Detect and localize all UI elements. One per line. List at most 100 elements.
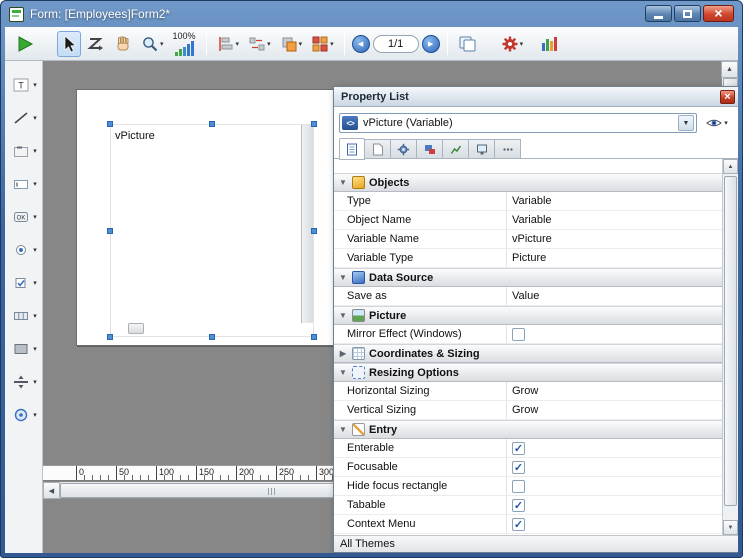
zoom-level-control[interactable]: 100%: [173, 31, 196, 56]
preferences-button[interactable]: ▾: [498, 31, 527, 57]
selection-handle[interactable]: [311, 334, 317, 340]
section-header-entry[interactable]: ▼Entry: [334, 420, 722, 439]
scroll-left-button[interactable]: ◀: [43, 482, 60, 499]
button-icon: OK: [12, 209, 30, 225]
tab-appearance[interactable]: [417, 139, 443, 159]
page-indicator: 1/1: [373, 35, 419, 53]
selection-handle[interactable]: [107, 334, 113, 340]
zoom-tool-button[interactable]: ▾: [138, 31, 167, 57]
tool-radio[interactable]: ▾: [10, 240, 37, 260]
tab-settings[interactable]: [391, 139, 417, 159]
property-label: Mirror Effect (Windows): [334, 325, 507, 343]
object-vertical-scrollbar[interactable]: [301, 125, 313, 323]
section-header-resizing-options[interactable]: ▼Resizing Options: [334, 363, 722, 382]
splitter-icon: [12, 374, 30, 390]
selection-handle[interactable]: [311, 121, 317, 127]
section-header-objects[interactable]: ▼ Objects: [334, 173, 722, 192]
close-button[interactable]: [703, 5, 734, 22]
tool-groupbox[interactable]: ▾: [10, 141, 37, 161]
level-button[interactable]: ▾: [277, 31, 306, 57]
chevron-down-icon: ▾: [33, 246, 37, 254]
tab-all[interactable]: [339, 138, 365, 160]
align-button[interactable]: ▾: [214, 31, 243, 57]
scroll-up-button[interactable]: ▲: [721, 61, 738, 78]
selection-handle[interactable]: [107, 121, 113, 127]
window-titlebar[interactable]: Form: [Employees]Form2*: [1, 1, 742, 27]
move-tool-button[interactable]: [111, 31, 135, 57]
section-header-coordinates-sizing[interactable]: ▶Coordinates & Sizing: [334, 344, 722, 363]
checkbox-mirror-effect-windows[interactable]: [512, 328, 525, 341]
chevron-down-icon: ▾: [33, 213, 37, 221]
property-grid-scrollbar[interactable]: ▲ ▼: [722, 159, 738, 535]
checkbox-focusable[interactable]: [512, 461, 525, 474]
tab-events[interactable]: [443, 139, 469, 159]
tab-more[interactable]: [495, 139, 521, 159]
minimize-button[interactable]: [645, 5, 672, 22]
value-text[interactable]: vPicture: [512, 233, 552, 245]
picture-variable-object[interactable]: vPicture: [110, 124, 314, 337]
selection-handle[interactable]: [107, 228, 113, 234]
checkbox-enterable[interactable]: [512, 442, 525, 455]
disclosure-triangle-icon[interactable]: ▼: [338, 178, 348, 187]
distribute-button[interactable]: ▾: [245, 31, 274, 57]
object-horizontal-scroll-thumb[interactable]: [128, 323, 144, 334]
duplicate-button[interactable]: ▾: [308, 31, 337, 57]
disclosure-triangle-icon[interactable]: ▼: [338, 273, 348, 282]
previous-page-button[interactable]: ◀: [352, 35, 370, 53]
entry-order-tool-button[interactable]: [84, 31, 108, 57]
tool-text[interactable]: T▾: [10, 75, 37, 95]
value-text[interactable]: Value: [512, 290, 539, 302]
disclosure-triangle-icon[interactable]: ▶: [338, 349, 348, 358]
toolbar-separator: [447, 32, 448, 55]
property-label: Horizontal Sizing: [334, 382, 507, 400]
selection-handle[interactable]: [209, 334, 215, 340]
value-text[interactable]: Variable: [512, 195, 552, 207]
tool-splitter[interactable]: ▾: [10, 372, 37, 392]
property-list-titlebar[interactable]: Property List: [334, 87, 738, 107]
tool-line[interactable]: ▾: [10, 108, 37, 128]
scroll-up-button[interactable]: ▲: [723, 159, 738, 174]
tool-button[interactable]: OK▾: [10, 207, 37, 227]
section-header-picture[interactable]: ▼Picture: [334, 306, 722, 325]
checkbox-hide-focus-rectangle[interactable]: [512, 480, 525, 493]
button-bar-icon: [12, 308, 30, 324]
views-button[interactable]: [537, 31, 563, 57]
value-text[interactable]: Variable: [512, 214, 552, 226]
tool-rectangle[interactable]: ▾: [10, 339, 37, 359]
selection-handle[interactable]: [209, 121, 215, 127]
chevron-down-icon: ▾: [520, 40, 524, 48]
selection-handle[interactable]: [311, 228, 317, 234]
scroll-thumb[interactable]: [724, 176, 737, 506]
value-text[interactable]: Grow: [512, 385, 538, 397]
disclosure-triangle-icon[interactable]: ▼: [338, 368, 348, 377]
checkbox-tabable[interactable]: [512, 499, 525, 512]
scroll-down-button[interactable]: ▼: [723, 520, 738, 535]
next-page-button[interactable]: ▶: [422, 35, 440, 53]
value-text[interactable]: Picture: [512, 252, 546, 264]
pointer-tool-button[interactable]: [57, 31, 81, 57]
tool-plugin[interactable]: ▾: [10, 405, 37, 425]
section-label: Objects: [369, 177, 409, 189]
form-page[interactable]: vPicture: [76, 89, 336, 346]
run-form-button[interactable]: [12, 31, 38, 57]
tab-display[interactable]: [469, 139, 495, 159]
tool-button-bar[interactable]: ▾: [10, 306, 37, 326]
property-label: Enterable: [334, 439, 507, 457]
themes-footer[interactable]: All Themes: [334, 535, 738, 552]
disclosure-triangle-icon[interactable]: ▼: [338, 311, 348, 320]
maximize-button[interactable]: [674, 5, 701, 22]
dropdown-arrow-icon[interactable]: ▼: [678, 115, 694, 131]
tool-field[interactable]: ▾: [10, 174, 37, 194]
section-header-data-source[interactable]: ▼Data Source: [334, 268, 722, 287]
tool-checkbox[interactable]: ▾: [10, 273, 37, 293]
object-selector-dropdown[interactable]: vPicture (Variable) ▼: [339, 113, 697, 133]
disclosure-triangle-icon[interactable]: ▼: [338, 425, 348, 434]
show-hide-properties-button[interactable]: ▾: [701, 113, 733, 133]
ruler-major-tick: [276, 465, 277, 480]
value-text[interactable]: Grow: [512, 404, 538, 416]
property-list-close-button[interactable]: [720, 90, 735, 104]
tab-object[interactable]: [365, 139, 391, 159]
checkbox-context-menu[interactable]: [512, 518, 525, 531]
form-pages-button[interactable]: [455, 31, 481, 57]
ruler-major-tick: [116, 465, 117, 480]
